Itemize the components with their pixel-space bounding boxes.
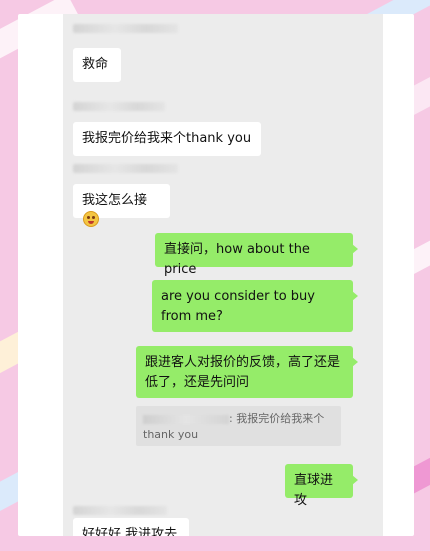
quoted-message[interactable]: : 我报完价给我来个thank you (136, 406, 341, 446)
message-bubble-outgoing[interactable]: 直球进攻 (285, 464, 358, 508)
message-bubble-outgoing[interactable]: 直接问，how about the price (155, 233, 358, 277)
chat-window[interactable]: 救命 我报完价给我来个thank you 我这怎么接 直接问，how about… (63, 14, 383, 536)
screenshot-card: 救命 我报完价给我来个thank you 我这怎么接 直接问，how about… (18, 14, 414, 536)
message-text: 跟进客人对报价的反馈，高了还是低了，还是先问问 (145, 355, 341, 390)
quoted-sender-blurred (143, 414, 229, 424)
sender-name-blurred (73, 102, 165, 111)
message-text: 直接问，how about the price (164, 242, 310, 277)
sender-name-blurred (73, 506, 167, 515)
message-text: are you consider to buy from me? (161, 289, 315, 324)
message-bubble-incoming[interactable]: 我这怎么接 (73, 184, 170, 227)
message-bubble-incoming[interactable]: 救命 (73, 48, 121, 82)
message-bubble-outgoing[interactable]: are you consider to buy from me? (152, 280, 358, 332)
message-text: 救命 (82, 57, 109, 72)
message-text: 我报完价给我来个thank you (82, 131, 252, 146)
message-bubble-outgoing[interactable]: 跟进客人对报价的反馈，高了还是低了，还是先问问 (136, 346, 358, 398)
message-bubble-incoming[interactable]: 我报完价给我来个thank you (73, 122, 261, 156)
message-text: 我这怎么接 (82, 193, 148, 208)
message-bubble-incoming[interactable]: 好好好 我进攻去 (73, 518, 189, 536)
flushed-face-emoji-icon (83, 211, 99, 227)
message-text: 好好好 我进攻去 (82, 527, 178, 536)
message-text: 直球进攻 (294, 473, 334, 508)
sender-name-blurred (73, 164, 178, 173)
sender-name-blurred (73, 24, 178, 33)
